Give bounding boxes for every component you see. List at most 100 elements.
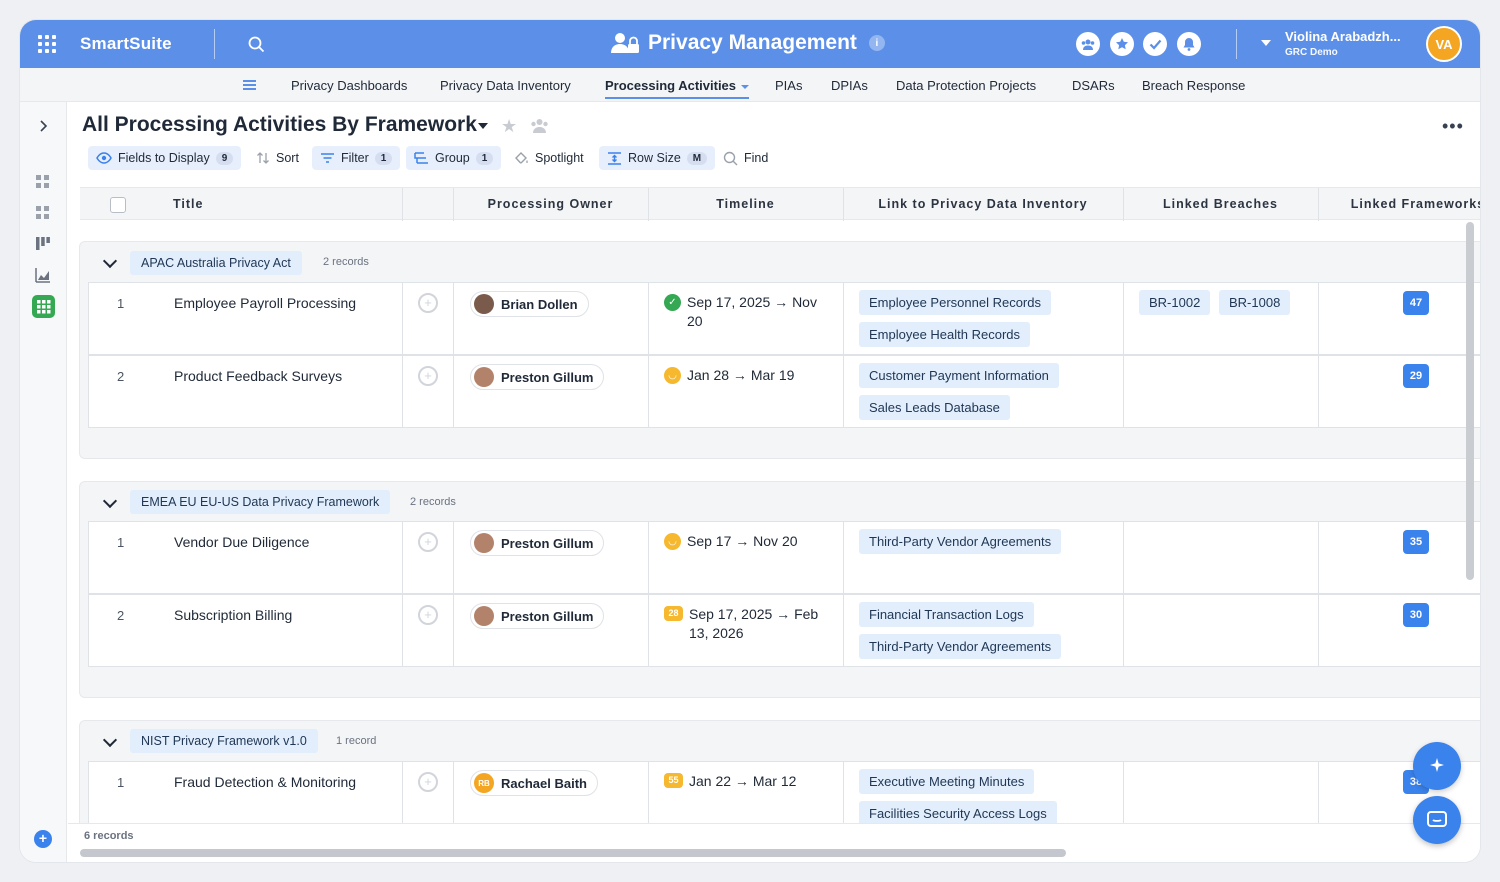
spotlight-button[interactable]: Spotlight [506,146,592,170]
sort-button[interactable]: Sort [248,146,307,170]
inventory-link[interactable]: Executive Meeting Minutes [859,769,1035,794]
star-icon[interactable]: ★ [501,116,517,137]
row-number: 2 [117,608,125,623]
inventory-link[interactable]: Customer Payment Information [859,363,1059,388]
table-view-icon[interactable] [32,295,55,318]
chat-support-button[interactable] [1413,796,1461,844]
nav-processing-activities[interactable]: Processing Activities [605,78,750,99]
row-size-button[interactable]: Row Size M [599,146,716,170]
chart-view-icon[interactable] [35,267,51,283]
owner-chip[interactable]: Brian Dollen [470,291,589,317]
card-view-icon[interactable] [35,205,51,221]
nav-dsars[interactable]: DSARs [1072,78,1115,93]
row-number: 1 [117,535,125,550]
add-comment-icon[interactable]: + [418,772,438,792]
expand-chevron-icon[interactable] [35,118,51,134]
row-title[interactable]: Employee Payroll Processing [174,295,356,311]
nav-dpias[interactable]: DPIAs [831,78,868,93]
nav-pias[interactable]: PIAs [775,78,802,93]
info-icon[interactable]: i [868,35,885,51]
find-button[interactable]: Find [715,146,776,170]
column-header-privacy-data-inventory[interactable]: Link to Privacy Data Inventory [843,188,1123,221]
tasks-check-icon[interactable] [1143,32,1167,56]
user-avatar[interactable]: VA [1426,26,1462,62]
row-title[interactable]: Subscription Billing [174,607,292,623]
filter-icon [321,153,334,163]
row-title[interactable]: Fraud Detection & Monitoring [174,774,356,790]
owner-cell: Preston Gillum [454,522,649,593]
nav-privacy-dashboards[interactable]: Privacy Dashboards [291,78,407,93]
owner-chip[interactable]: Preston Gillum [470,603,605,629]
owner-name: Preston Gillum [501,535,594,551]
column-header-processing-owner[interactable]: Processing Owner [453,188,648,221]
apps-grid-icon[interactable] [38,35,56,53]
inventory-link[interactable]: Employee Health Records [859,322,1031,347]
ai-sparkle-button[interactable] [1413,742,1461,790]
inventory-link[interactable]: Third-Party Vendor Agreements [859,529,1062,554]
add-comment-icon[interactable]: + [418,366,438,386]
owner-chip[interactable]: RB Rachael Baith [470,770,598,796]
collapse-chevron-icon[interactable] [102,732,118,748]
group-label: APAC Australia Privacy Act [130,251,302,275]
column-header-linked-frameworks[interactable]: Linked Frameworks [1318,188,1480,221]
fields-to-display-button[interactable]: Fields to Display 9 [88,146,242,170]
nav-breach-response[interactable]: Breach Response [1142,78,1245,93]
find-label: Find [744,151,769,165]
inventory-link[interactable]: Employee Personnel Records [859,290,1051,315]
chevron-down-icon[interactable] [1261,40,1271,46]
column-header-title[interactable]: Title [173,188,243,221]
owner-cell: Brian Dollen [454,283,649,354]
framework-badge[interactable]: 30 [1403,603,1429,627]
group-button[interactable]: Group 1 [406,146,502,170]
favorites-star-icon[interactable] [1110,32,1134,56]
framework-badge[interactable]: 47 [1403,291,1429,315]
horizontal-scrollbar[interactable] [80,849,1066,857]
chevron-down-icon[interactable] [478,123,488,129]
inventory-link[interactable]: Sales Leads Database [859,395,1010,420]
add-comment-icon[interactable]: + [418,532,438,552]
row-size-label: Row Size [628,151,681,165]
column-header-timeline[interactable]: Timeline [648,188,843,221]
grid-view-icon[interactable] [35,174,51,190]
nav-data-protection-projects[interactable]: Data Protection Projects [896,78,1036,93]
nav-privacy-data-inventory[interactable]: Privacy Data Inventory [440,78,571,93]
owner-chip[interactable]: Preston Gillum [470,530,605,556]
inventory-link[interactable]: Third-Party Vendor Agreements [859,634,1062,659]
add-view-icon[interactable]: + [34,830,52,848]
breach-link[interactable]: BR-1002 [1139,290,1211,315]
row-title[interactable]: Vendor Due Diligence [174,534,309,550]
framework-badge[interactable]: 29 [1403,364,1429,388]
hamburger-menu-icon[interactable] [243,80,256,90]
notifications-bell-icon[interactable] [1177,32,1201,56]
filter-button[interactable]: Filter 1 [312,146,401,170]
row-size-icon [608,151,621,165]
share-team-icon[interactable] [530,118,549,133]
add-comment-icon[interactable]: + [418,605,438,625]
breach-link[interactable]: BR-1008 [1219,290,1291,315]
view-title[interactable]: All Processing Activities By Framework [82,113,477,137]
user-name[interactable]: Violina Arabadzh... [1285,29,1401,44]
vertical-scrollbar[interactable] [1466,222,1474,580]
timeline-cell: 28 Sep 17, 2025 → Feb 13, 2026 [649,595,844,666]
table-row[interactable]: 2 Product Feedback Surveys + Preston Gil… [88,355,1480,428]
add-comment-icon[interactable]: + [418,293,438,313]
row-title[interactable]: Product Feedback Surveys [174,368,342,384]
search-icon[interactable] [248,36,265,53]
comment-cell: + [403,283,454,354]
table-row[interactable]: 1 Employee Payroll Processing + Brian Do… [88,282,1480,355]
collapse-chevron-icon[interactable] [102,493,118,509]
inventory-link[interactable]: Financial Transaction Logs [859,602,1034,627]
team-icon[interactable] [1076,32,1100,56]
solution-nav: Privacy Dashboards Privacy Data Inventor… [20,68,1480,102]
column-header-linked-breaches[interactable]: Linked Breaches [1123,188,1318,221]
kanban-view-icon[interactable] [35,236,51,252]
table-row[interactable]: 2 Subscription Billing + Preston Gillum … [88,594,1480,667]
framework-badge[interactable]: 35 [1403,530,1429,554]
brand-name[interactable]: SmartSuite [80,34,172,54]
collapse-chevron-icon[interactable] [102,253,118,269]
more-options-icon[interactable]: ••• [1442,116,1464,137]
select-all-checkbox[interactable] [110,197,126,213]
table-row[interactable]: 1 Vendor Due Diligence + Preston Gillum … [88,521,1480,594]
table-footer: 6 records [68,823,1480,862]
owner-chip[interactable]: Preston Gillum [470,364,605,390]
